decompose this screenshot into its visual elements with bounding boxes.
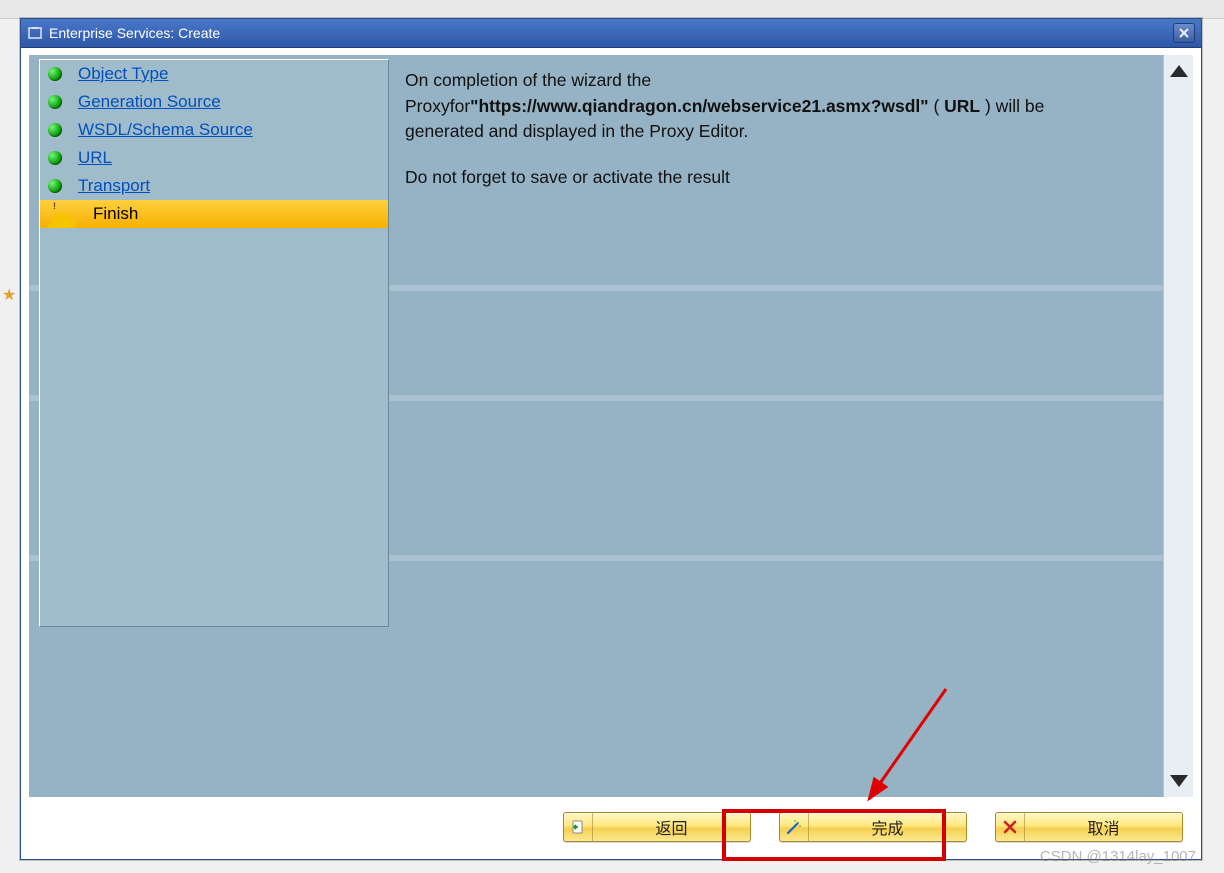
wand-icon xyxy=(780,813,809,841)
text: ( xyxy=(929,96,945,116)
text: On completion of the wizard the xyxy=(405,70,651,90)
back-icon xyxy=(564,813,593,841)
step-label: Object Type xyxy=(78,64,168,84)
cancel-button[interactable]: 取消 xyxy=(995,812,1183,842)
step-object-type[interactable]: Object Type xyxy=(40,60,388,88)
wizard-content: On completion of the wizard the Proxyfor… xyxy=(405,69,1159,787)
cancel-icon xyxy=(996,813,1025,841)
window-title: Enterprise Services: Create xyxy=(49,25,1173,41)
step-label: URL xyxy=(78,148,112,168)
text: ) will be xyxy=(980,96,1044,116)
background-toolbar xyxy=(0,0,1224,19)
step-label: Transport xyxy=(78,176,150,196)
back-button[interactable]: 返回 xyxy=(563,812,751,842)
dialog-footer: 返回 完成 取消 xyxy=(29,803,1193,851)
text: Do not forget to save or activate the re… xyxy=(405,167,730,187)
wizard-steps-panel: Object Type Generation Source WSDL/Schem… xyxy=(39,59,389,627)
step-transport[interactable]: Transport xyxy=(40,172,388,200)
vertical-scrollbar[interactable] xyxy=(1163,55,1193,797)
step-url[interactable]: URL xyxy=(40,144,388,172)
dialog-body: Object Type Generation Source WSDL/Schem… xyxy=(29,55,1193,797)
step-generation-source[interactable]: Generation Source xyxy=(40,88,388,116)
titlebar: Enterprise Services: Create xyxy=(21,19,1201,48)
scroll-up-icon[interactable] xyxy=(1170,65,1188,77)
done-icon xyxy=(48,123,62,137)
wizard-dialog: Enterprise Services: Create Object Type … xyxy=(20,18,1202,860)
button-label: 取消 xyxy=(1025,815,1182,839)
step-wsdl-schema-source[interactable]: WSDL/Schema Source xyxy=(40,116,388,144)
step-finish[interactable]: Finish xyxy=(40,200,388,228)
done-icon xyxy=(48,95,62,109)
step-label: Generation Source xyxy=(78,92,221,112)
warning-icon xyxy=(47,200,77,228)
button-label: 完成 xyxy=(809,815,966,839)
step-label: Finish xyxy=(93,204,138,224)
button-label: 返回 xyxy=(593,815,750,839)
text: generated and displayed in the Proxy Edi… xyxy=(405,121,748,141)
done-icon xyxy=(48,67,62,81)
window-icon xyxy=(27,25,43,41)
scroll-down-icon[interactable] xyxy=(1170,775,1188,787)
favorite-star-icon: ★ xyxy=(2,285,18,301)
done-icon xyxy=(48,179,62,193)
finish-button[interactable]: 完成 xyxy=(779,812,967,842)
text: Proxyfor xyxy=(405,96,470,116)
close-button[interactable] xyxy=(1173,23,1195,43)
text: URL xyxy=(944,96,980,116)
proxy-url: "https://www.qiandragon.cn/webservice21.… xyxy=(470,96,928,116)
step-label: WSDL/Schema Source xyxy=(78,120,253,140)
done-icon xyxy=(48,151,62,165)
